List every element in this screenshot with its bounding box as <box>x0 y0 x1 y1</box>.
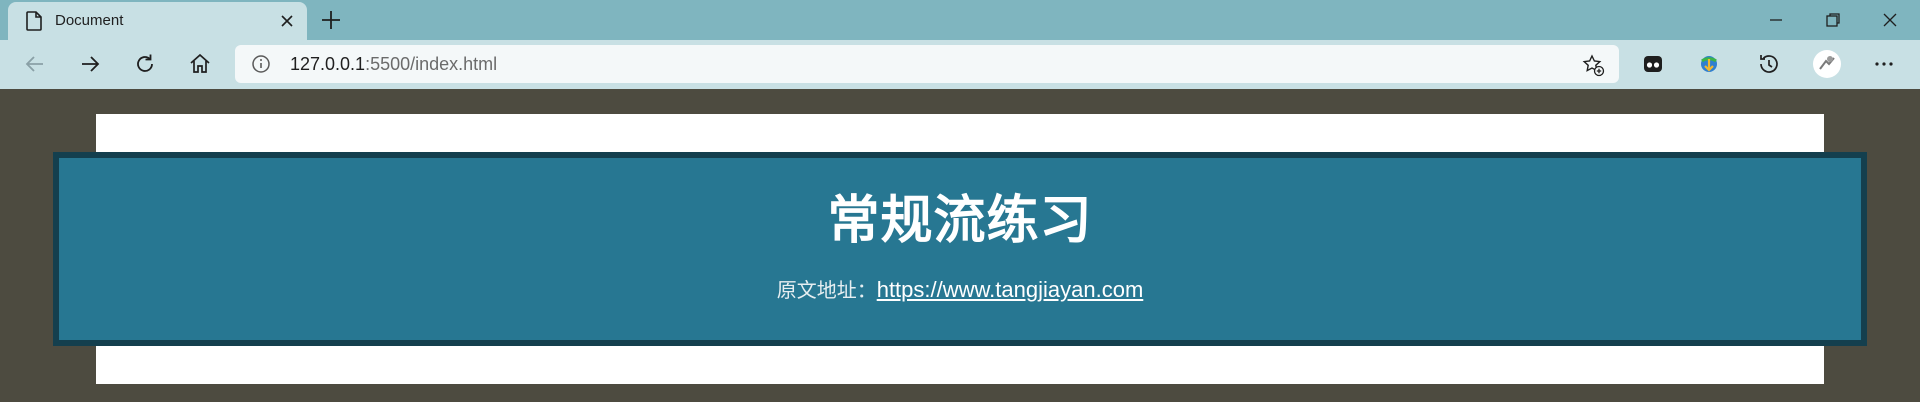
tab-title: Document <box>55 12 124 29</box>
info-icon[interactable] <box>251 54 271 74</box>
source-link[interactable]: https://www.tangjiayan.com <box>877 277 1144 302</box>
home-icon[interactable] <box>187 51 213 77</box>
history-icon[interactable] <box>1756 51 1782 77</box>
downloader-icon[interactable] <box>1696 51 1722 77</box>
address-bar[interactable]: 127.0.0.1:5500/index.html <box>235 45 1619 83</box>
source-line: 原文地址：https://www.tangjiayan.com <box>59 274 1861 303</box>
window-close-icon[interactable] <box>1878 8 1902 32</box>
restore-icon[interactable] <box>1821 8 1845 32</box>
document-icon <box>26 11 42 31</box>
avatar[interactable] <box>1812 49 1842 79</box>
source-label: 原文地址： <box>776 280 877 302</box>
page-title: 常规流练习 <box>827 191 1093 251</box>
browser-tab[interactable]: Document <box>8 2 307 40</box>
tab-strip: Document <box>0 0 1920 40</box>
url-text[interactable]: 127.0.0.1:5500/index.html <box>290 54 497 75</box>
minimize-icon[interactable] <box>1764 8 1788 32</box>
close-icon[interactable] <box>279 13 295 29</box>
header-banner: 常规流练习 原文地址：https://www.tangjiayan.com <box>53 152 1867 346</box>
plus-icon[interactable] <box>320 9 342 31</box>
arrow-right-icon[interactable] <box>77 51 103 77</box>
refresh-icon[interactable] <box>132 51 158 77</box>
extension-icon[interactable] <box>1640 51 1666 77</box>
star-add-icon[interactable] <box>1581 53 1605 77</box>
url-path: :5500/index.html <box>365 54 498 74</box>
arrow-left-icon[interactable] <box>22 51 48 77</box>
url-host: 127.0.0.1 <box>290 54 366 74</box>
more-icon[interactable] <box>1871 51 1897 77</box>
